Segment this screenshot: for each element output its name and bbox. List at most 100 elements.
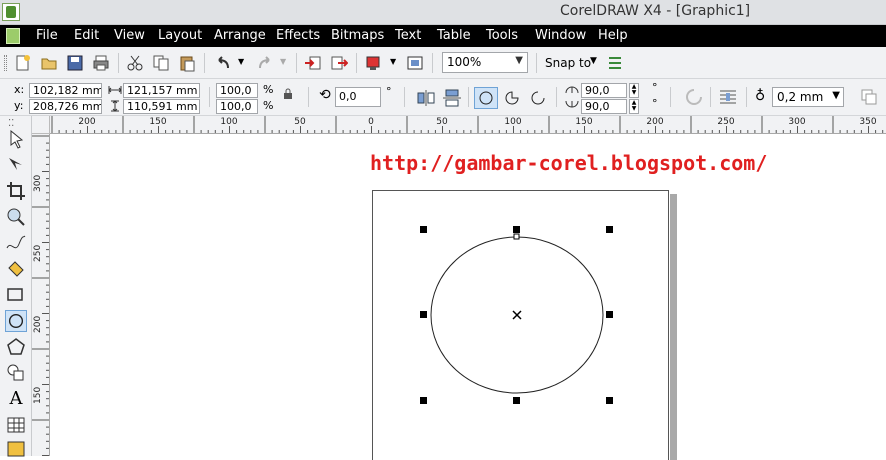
welcome-screen-icon[interactable] [406,54,424,72]
mirror-horizontal-icon[interactable] [414,87,438,109]
menu-bitmaps[interactable]: Bitmaps [331,28,384,43]
start-angle-spinner[interactable]: ▲ ▼ [629,83,639,98]
x-position-field[interactable]: 102,182 mm [29,83,102,98]
rectangle-tool-icon[interactable] [5,284,27,306]
table-tool-icon[interactable] [5,414,27,436]
toolbox: ⁚⁚ A [0,116,32,457]
menu-file[interactable]: File [36,28,58,43]
redo-dropdown-icon[interactable]: ▼ [280,57,286,66]
change-direction-icon[interactable] [685,88,703,106]
smart-fill-tool-icon[interactable] [5,258,27,280]
snap-to-button[interactable]: Snap to [545,56,591,70]
to-curves-icon[interactable] [860,88,878,106]
end-angle-spinner[interactable]: ▲ ▼ [629,99,639,114]
arc-node[interactable] [513,233,520,240]
menu-text[interactable]: Text [395,28,421,43]
undo-icon[interactable] [214,54,232,72]
ruler-label: 300 [33,174,43,192]
rotation-angle-field[interactable]: 0,0 [335,87,381,107]
text-tool-icon[interactable]: A [5,388,27,410]
toolbar-grip[interactable] [4,55,7,71]
menu-table[interactable]: Table [437,28,471,43]
save-icon[interactable] [66,54,84,72]
property-bar: x: y: 102,182 mm 208,726 mm 121,157 mm 1… [0,79,886,116]
scale-y-field[interactable]: 100,0 [216,99,258,114]
ruler-label: 0 [368,117,374,127]
outline-pen-icon: ♁ [755,88,766,104]
export-icon[interactable] [330,54,348,72]
selection-handle-top-right[interactable] [606,226,613,233]
scale-x-field[interactable]: 100,0 [216,83,258,98]
arc-mode-button[interactable] [526,87,550,109]
application-launcher-icon[interactable] [364,54,382,72]
ruler-origin[interactable] [32,116,50,134]
menu-bar: File Edit View Layout Arrange Effects Bi… [0,25,886,47]
lock-ratio-icon[interactable] [283,88,293,100]
polygon-tool-icon[interactable] [5,336,27,358]
outline-width-select[interactable]: 0,2 mm ▼ [772,87,844,107]
zoom-tool-icon[interactable] [5,206,27,228]
separator [296,53,297,73]
new-icon[interactable] [14,54,32,72]
wrap-text-icon[interactable] [718,88,738,106]
freehand-tool-icon[interactable] [5,232,27,254]
separator [204,53,205,73]
zoom-level-value: 100% [447,55,482,69]
selection-handle-bottom-right[interactable] [606,397,613,404]
selection-handle-top[interactable] [513,226,520,233]
zoom-level-select[interactable]: 100% ▼ [442,52,528,73]
end-angle-icon [565,100,579,108]
ruler-label: 150 [149,117,167,127]
horizontal-ruler[interactable]: 200 150 100 50 0 50 100 150 200 250 300 … [50,116,886,134]
start-angle-icon [565,86,579,94]
pick-tool-icon[interactable] [5,128,27,150]
redo-icon[interactable] [256,54,274,72]
cut-icon[interactable] [126,54,144,72]
chevron-down-icon[interactable]: ▼ [590,56,597,66]
selection-handle-top-left[interactable] [420,226,427,233]
end-angle-field[interactable]: 90,0 [581,99,627,114]
coreldraw-app-icon[interactable] [2,3,20,21]
selection-handle-left[interactable] [420,311,427,318]
basic-shapes-tool-icon[interactable] [5,362,27,384]
menu-edit[interactable]: Edit [74,28,99,43]
pie-mode-button[interactable] [500,87,524,109]
menu-arrange[interactable]: Arrange [214,28,266,43]
ruler-label: 200 [78,117,96,127]
mirror-vertical-icon[interactable] [440,87,464,109]
separator [710,87,711,107]
y-position-field[interactable]: 208,726 mm [29,99,102,114]
copy-icon[interactable] [152,54,170,72]
open-icon[interactable] [40,54,58,72]
drawing-canvas[interactable]: http://gambar-corel.blogspot.com/ [51,135,886,460]
menu-tools[interactable]: Tools [486,28,518,43]
menu-view[interactable]: View [114,28,145,43]
width-field[interactable]: 121,157 mm [123,83,200,98]
paste-icon[interactable] [178,54,196,72]
undo-dropdown-icon[interactable]: ▼ [238,57,244,66]
menu-effects[interactable]: Effects [276,28,320,43]
crop-tool-icon[interactable] [5,180,27,202]
menu-window[interactable]: Window [535,28,586,43]
menu-layout[interactable]: Layout [158,28,202,43]
dimension-tool-icon[interactable] [5,438,27,460]
menu-help[interactable]: Help [598,28,628,43]
start-angle-field[interactable]: 90,0 [581,83,627,98]
height-icon [111,100,119,112]
document-icon[interactable] [6,28,20,44]
launcher-dropdown-icon[interactable]: ▼ [390,57,396,66]
print-icon[interactable] [92,54,110,72]
ellipse-tool-button[interactable] [5,310,27,332]
options-icon[interactable] [606,54,624,72]
import-icon[interactable] [304,54,322,72]
ellipse-mode-button[interactable] [474,87,498,109]
selection-handle-right[interactable] [606,311,613,318]
vertical-ruler[interactable]: 300 250 200 150 [32,134,50,456]
outline-width-value: 0,2 mm [777,90,824,104]
chevron-down-icon: ▼ [832,90,840,101]
height-field[interactable]: 110,591 mm [123,99,200,114]
ruler-label: 100 [504,117,522,127]
selection-handle-bottom[interactable] [513,397,520,404]
shape-tool-icon[interactable] [5,154,27,176]
selection-handle-bottom-left[interactable] [420,397,427,404]
